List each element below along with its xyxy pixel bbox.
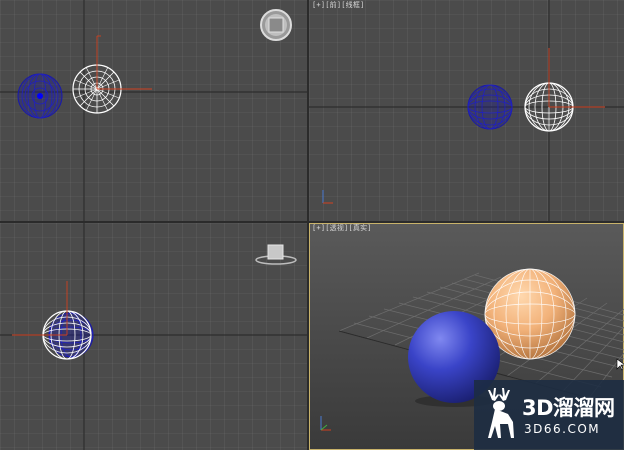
axis-tripod-icon [320, 416, 331, 431]
watermark-title: 3D溜溜网 [522, 396, 615, 420]
viewcube-icon [260, 9, 292, 41]
watermark-url: 3D66.COM [524, 422, 601, 436]
top-viewport-canvas [0, 0, 307, 221]
front-viewport-canvas [309, 0, 624, 221]
left-viewport-canvas [0, 223, 307, 450]
viewport-divider-vertical[interactable] [307, 0, 309, 450]
viewport-front[interactable]: [+][前][线框] [309, 0, 624, 221]
viewport-label[interactable]: [+][透视][真实] [312, 223, 372, 233]
blue-wireframe-sphere [17, 73, 63, 119]
viewport-label[interactable]: [+][前][线框] [312, 0, 365, 10]
viewport-divider-horizontal[interactable] [0, 221, 624, 223]
viewport-left[interactable] [0, 223, 307, 450]
mouse-cursor-icon [616, 358, 624, 371]
deer-logo-icon [488, 388, 514, 438]
blue-wireframe-sphere [467, 84, 513, 130]
viewport-top[interactable] [0, 0, 307, 221]
watermark: 3D溜溜网 3D66.COM [474, 380, 624, 450]
